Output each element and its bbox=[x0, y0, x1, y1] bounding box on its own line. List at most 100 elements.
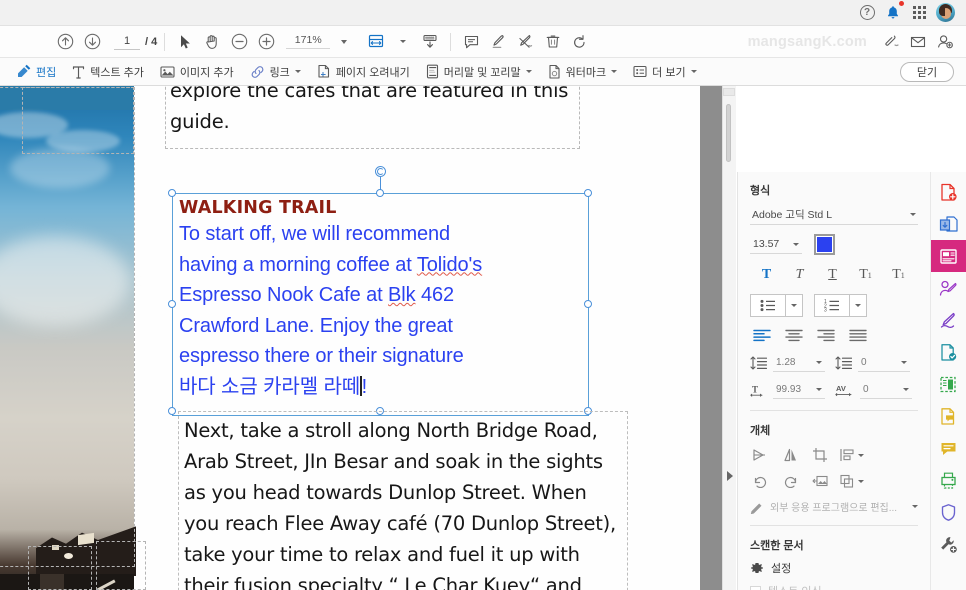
rail-fill-sign-icon[interactable] bbox=[931, 304, 966, 336]
rail-protect-icon[interactable] bbox=[931, 336, 966, 368]
rail-organize-pages-icon[interactable] bbox=[931, 272, 966, 304]
underline-button[interactable]: T bbox=[816, 264, 849, 286]
handle-top-right[interactable] bbox=[584, 189, 592, 197]
rail-compare-icon[interactable] bbox=[931, 368, 966, 400]
pdf-page-canvas[interactable]: explore the cafes that are featured in t… bbox=[0, 86, 700, 590]
mail-icon[interactable] bbox=[904, 28, 931, 55]
rail-edit-pdf-icon[interactable] bbox=[930, 240, 966, 272]
add-image-button[interactable]: 이미지 추가 bbox=[152, 61, 242, 83]
zoom-out-icon[interactable] bbox=[226, 28, 253, 55]
vertical-scrollbar-thumb[interactable] bbox=[726, 104, 731, 162]
panel-expand-arrow-icon[interactable] bbox=[727, 471, 733, 481]
fit-page-icon[interactable] bbox=[362, 28, 389, 55]
numbered-list-button[interactable]: 123 bbox=[814, 294, 867, 317]
comment-icon[interactable] bbox=[458, 28, 485, 55]
help-glyph: ? bbox=[859, 5, 875, 20]
rail-annotate-icon[interactable] bbox=[931, 400, 966, 432]
handle-top-center[interactable] bbox=[376, 189, 384, 197]
signature-icon[interactable] bbox=[512, 28, 539, 55]
handle-bottom-left[interactable] bbox=[168, 407, 176, 415]
font-family-select[interactable]: Adobe 고딕 Std L bbox=[750, 205, 918, 225]
crop-button[interactable] bbox=[810, 445, 830, 465]
notification-bell-icon[interactable] bbox=[880, 0, 906, 26]
align-objects-button[interactable] bbox=[840, 445, 866, 465]
hand-tool-icon[interactable] bbox=[199, 28, 226, 55]
handle-top-left[interactable] bbox=[168, 189, 176, 197]
help-icon[interactable]: ? bbox=[854, 0, 880, 26]
external-edit-row[interactable]: 외부 응용 프로그램으로 편집... bbox=[750, 499, 918, 514]
rail-tools-icon[interactable] bbox=[931, 528, 966, 560]
subscript-button[interactable]: T1 bbox=[882, 264, 915, 286]
letter-spacing-value: 0 bbox=[863, 384, 869, 395]
watermark-button[interactable]: 워터마크 bbox=[540, 61, 625, 83]
handle-middle-right[interactable] bbox=[584, 300, 592, 308]
text-frame-next-paragraph[interactable]: Next, take a stroll along North Bridge R… bbox=[178, 411, 628, 590]
ocr-row[interactable]: 텍스트 인식 bbox=[750, 583, 918, 590]
rail-convert-pdf-icon[interactable] bbox=[931, 208, 966, 240]
superscript-button[interactable]: T1 bbox=[849, 264, 882, 286]
font-size-select[interactable]: 13.57 bbox=[750, 235, 802, 254]
text-frame-walking-trail[interactable]: WALKING TRAIL To start off, we will reco… bbox=[172, 193, 589, 416]
bullet-list-caret-icon[interactable] bbox=[785, 295, 802, 316]
link-caret-icon[interactable] bbox=[294, 70, 301, 73]
page-photo-image[interactable] bbox=[0, 86, 136, 590]
fit-page-caret-icon[interactable] bbox=[389, 28, 416, 55]
edit-tab[interactable]: 편집 bbox=[8, 61, 64, 83]
horizontal-scale-field[interactable]: 99.93 bbox=[773, 381, 825, 399]
more-caret-icon[interactable] bbox=[690, 70, 697, 73]
select-tool-icon[interactable] bbox=[172, 28, 199, 55]
rail-comment-icon[interactable] bbox=[931, 432, 966, 464]
link-button[interactable]: 링크 bbox=[242, 61, 309, 83]
attach-icon[interactable] bbox=[877, 28, 904, 55]
replace-image-button[interactable] bbox=[810, 471, 830, 491]
rotate-icon[interactable] bbox=[566, 28, 593, 55]
rotate-right-button[interactable] bbox=[780, 471, 800, 491]
rail-print-production-icon[interactable] bbox=[931, 464, 966, 496]
user-avatar[interactable] bbox=[932, 0, 958, 26]
scrollbar-up-button[interactable] bbox=[723, 88, 735, 96]
page-number-input[interactable]: 1 bbox=[114, 33, 140, 50]
previous-page-icon[interactable] bbox=[52, 28, 79, 55]
align-justify-button[interactable] bbox=[846, 326, 869, 345]
more-button[interactable]: 더 보기 bbox=[625, 61, 704, 83]
align-center-button[interactable] bbox=[782, 326, 805, 345]
body-line-2a: having a morning coffee at bbox=[179, 253, 417, 276]
apps-grid-icon[interactable] bbox=[906, 0, 932, 26]
highlight-icon[interactable] bbox=[485, 28, 512, 55]
text-frame-intro[interactable]: explore the cafes that are featured in t… bbox=[165, 86, 580, 149]
header-footer-button[interactable]: 머리말 및 꼬리말 bbox=[418, 61, 540, 83]
ocr-checkbox[interactable] bbox=[750, 585, 761, 590]
add-user-icon[interactable] bbox=[931, 28, 958, 55]
bold-button[interactable]: T bbox=[750, 264, 783, 286]
align-right-button[interactable] bbox=[814, 326, 837, 345]
next-page-icon[interactable] bbox=[79, 28, 106, 55]
arrange-button[interactable] bbox=[840, 471, 866, 491]
flip-horizontal-button[interactable] bbox=[750, 445, 770, 465]
font-color-swatch[interactable] bbox=[814, 234, 835, 255]
zoom-in-icon[interactable] bbox=[253, 28, 280, 55]
numbered-list-caret-icon[interactable] bbox=[849, 295, 866, 316]
watermark-caret-icon[interactable] bbox=[611, 70, 618, 73]
scroll-mode-icon[interactable] bbox=[416, 28, 443, 55]
crop-page-button[interactable]: 페이지 오려내기 bbox=[309, 61, 418, 83]
rotate-handle[interactable] bbox=[375, 166, 386, 177]
handle-middle-left[interactable] bbox=[168, 300, 176, 308]
bullet-list-button[interactable] bbox=[750, 294, 803, 317]
rail-create-pdf-icon[interactable] bbox=[931, 176, 966, 208]
delete-icon[interactable] bbox=[539, 28, 566, 55]
chevron-down-icon[interactable] bbox=[912, 505, 918, 508]
zoom-dropdown-caret-icon[interactable] bbox=[330, 28, 357, 55]
header-footer-caret-icon[interactable] bbox=[525, 70, 532, 73]
italic-button[interactable]: T bbox=[783, 264, 816, 286]
add-text-button[interactable]: 텍스트 추가 bbox=[64, 61, 152, 83]
rotate-left-button[interactable] bbox=[750, 471, 770, 491]
line-spacing-field[interactable]: 1.28 bbox=[773, 354, 825, 372]
rail-security-icon[interactable] bbox=[931, 496, 966, 528]
close-button[interactable]: 닫기 bbox=[900, 61, 954, 82]
letter-spacing-field[interactable]: 0 bbox=[860, 381, 912, 399]
zoom-level-value[interactable]: 171% bbox=[286, 34, 331, 49]
flip-vertical-button[interactable] bbox=[780, 445, 800, 465]
paragraph-spacing-field[interactable]: 0 bbox=[858, 354, 910, 372]
align-left-button[interactable] bbox=[750, 326, 773, 345]
settings-row[interactable]: 설정 bbox=[750, 560, 918, 576]
